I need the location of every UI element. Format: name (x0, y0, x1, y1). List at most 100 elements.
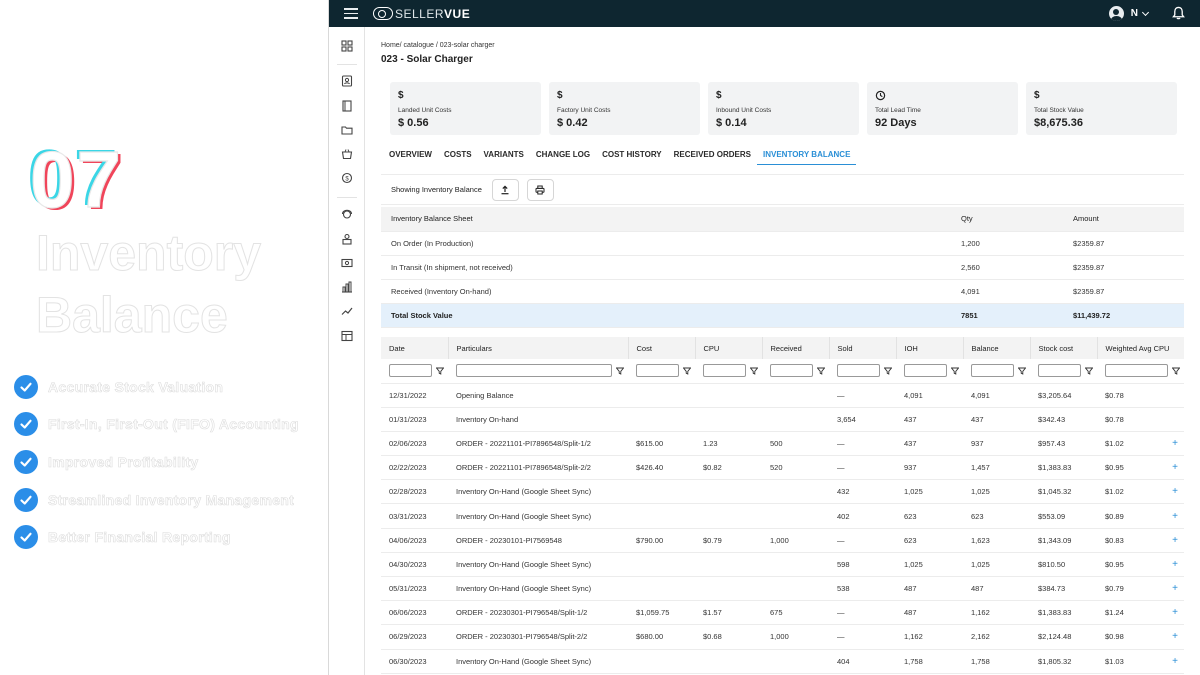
cell-stock-cost: $553.09 (1030, 503, 1097, 529)
tab-costs[interactable]: COSTS (438, 149, 478, 165)
expand-row-button[interactable]: + (1164, 479, 1184, 505)
book-icon[interactable] (341, 100, 353, 112)
col-header-balance[interactable]: Balance (963, 337, 1031, 359)
tab-received-orders[interactable]: RECEIVED ORDERS (668, 149, 757, 165)
col-header-stock-cost[interactable]: Stock cost (1030, 337, 1098, 359)
expand-row-button[interactable]: + (1164, 431, 1184, 457)
cell-sold: 538 (829, 576, 896, 602)
expand-row-button[interactable]: + (1164, 576, 1184, 602)
cell-cost (628, 503, 695, 529)
filter-input[interactable] (904, 364, 947, 378)
tab-bar: OVERVIEW COSTS VARIANTS CHANGE LOG COST … (383, 149, 857, 165)
bar-chart-icon[interactable] (341, 281, 353, 293)
cell-cpu: 1.23 (695, 431, 762, 457)
filter-icon[interactable] (750, 367, 758, 375)
dashboard-grid-icon[interactable] (341, 40, 353, 52)
bell-icon[interactable] (1172, 6, 1185, 20)
filter-input[interactable] (1038, 364, 1081, 378)
filter-icon[interactable] (1085, 367, 1093, 375)
cell-received (762, 407, 829, 432)
export-button[interactable] (491, 178, 519, 201)
expand-row-button[interactable]: + (1164, 503, 1184, 529)
user-menu[interactable]: N (1108, 6, 1150, 21)
filter-icon[interactable] (616, 367, 624, 375)
expand-row-button[interactable]: + (1164, 455, 1184, 481)
filter-icon[interactable] (884, 367, 892, 375)
expand-row-button[interactable]: + (1164, 528, 1184, 553)
filter-input[interactable] (456, 364, 612, 378)
col-header-ioh[interactable]: IOH (896, 337, 964, 359)
balance-row: In Transit (In shipment, not received) 2… (381, 255, 1184, 280)
filter-icon[interactable] (951, 367, 959, 375)
basket-icon[interactable] (341, 148, 353, 160)
col-header-date[interactable]: Date (381, 337, 449, 359)
user-box-icon[interactable] (341, 233, 353, 245)
cash-icon[interactable] (341, 257, 353, 269)
filter-input[interactable] (389, 364, 432, 378)
clock-icon (875, 90, 886, 101)
cell-sold: — (829, 624, 896, 650)
filter-icon[interactable] (1018, 367, 1026, 375)
cell-particulars: Opening Balance (448, 383, 628, 408)
inventory-ledger-table: Date Particulars Cost CPU Received Sold … (381, 337, 1184, 674)
breadcrumb[interactable]: Home/ catalogue / 023-solar charger (381, 42, 495, 49)
filter-input[interactable] (770, 364, 813, 378)
table-row: 02/22/2023 ORDER - 20221101-PI7896548/Spl… (381, 455, 1184, 481)
contacts-icon[interactable] (341, 75, 353, 87)
cell-sold: 404 (829, 649, 896, 674)
col-header-particulars[interactable]: Particulars (448, 337, 629, 359)
cell-stock-cost: $384.73 (1030, 576, 1097, 602)
col-header-received[interactable]: Received (762, 337, 830, 359)
cell-cpu: $0.82 (695, 455, 762, 481)
tab-variants[interactable]: VARIANTS (478, 149, 530, 165)
col-header-weighted-avg-cpu[interactable]: Weighted Avg CPU (1097, 337, 1184, 359)
table-row: 06/06/2023 ORDER - 20230301-PI796548/Spli… (381, 600, 1184, 626)
expand-row-button[interactable]: + (1164, 600, 1184, 626)
balance-total-row: Total Stock Value 7851 $11,439.72 (381, 303, 1184, 328)
table-row: 02/28/2023 Inventory On-Hand (Google Shee… (381, 479, 1184, 505)
cell-particulars: ORDER - 20230301-PI796548/Split-1/2 (448, 600, 628, 626)
cell-cpu: $0.68 (695, 624, 762, 650)
sync-dollar-icon[interactable]: $ (341, 172, 353, 184)
cell-date: 12/31/2022 (381, 383, 448, 408)
filter-icon[interactable] (1172, 367, 1180, 375)
cell-date: 02/22/2023 (381, 455, 448, 481)
table-row: 03/31/2023 Inventory On-Hand (Google Shee… (381, 503, 1184, 529)
trend-line-icon[interactable] (341, 305, 353, 317)
filter-icon[interactable] (817, 367, 825, 375)
cell-ioh: 937 (896, 455, 963, 481)
expand-row-button[interactable] (1164, 407, 1184, 432)
tab-change-log[interactable]: CHANGE LOG (530, 149, 596, 165)
filter-icon[interactable] (683, 367, 691, 375)
filter-input[interactable] (1105, 364, 1168, 378)
folder-icon[interactable] (341, 124, 353, 136)
filter-input[interactable] (703, 364, 746, 378)
col-header-cpu[interactable]: CPU (695, 337, 763, 359)
expand-row-button[interactable] (1164, 383, 1184, 408)
expand-row-button[interactable]: + (1164, 552, 1184, 578)
hamburger-menu-icon[interactable] (344, 8, 358, 19)
balance-qty: 2,560 (961, 255, 1073, 280)
print-button[interactable] (526, 178, 554, 201)
cell-cost: $426.40 (628, 455, 695, 481)
filter-input[interactable] (971, 364, 1014, 378)
tab-overview[interactable]: OVERVIEW (383, 149, 438, 165)
feature-item: Accurate Stock Valuation (14, 368, 299, 406)
filter-icon[interactable] (436, 367, 444, 375)
table-icon[interactable] (341, 330, 353, 342)
filter-input[interactable] (636, 364, 679, 378)
tab-inventory-balance[interactable]: INVENTORY BALANCE (757, 149, 857, 165)
cell-sold: 598 (829, 552, 896, 578)
tab-cost-history[interactable]: COST HISTORY (596, 149, 668, 165)
filter-input[interactable] (837, 364, 880, 378)
cell-date: 05/31/2023 (381, 576, 448, 602)
col-header-sold[interactable]: Sold (829, 337, 897, 359)
cell-weighted-avg-cpu: $0.78 (1097, 407, 1164, 432)
upload-icon (501, 185, 509, 194)
col-header-cost[interactable]: Cost (628, 337, 696, 359)
expand-row-button[interactable]: + (1164, 624, 1184, 650)
expand-row-button[interactable]: + (1164, 649, 1184, 674)
total-amount: $11,439.72 (1073, 303, 1184, 328)
support-icon[interactable] (341, 208, 353, 220)
app-logo[interactable]: SELLER VUE (373, 7, 470, 21)
